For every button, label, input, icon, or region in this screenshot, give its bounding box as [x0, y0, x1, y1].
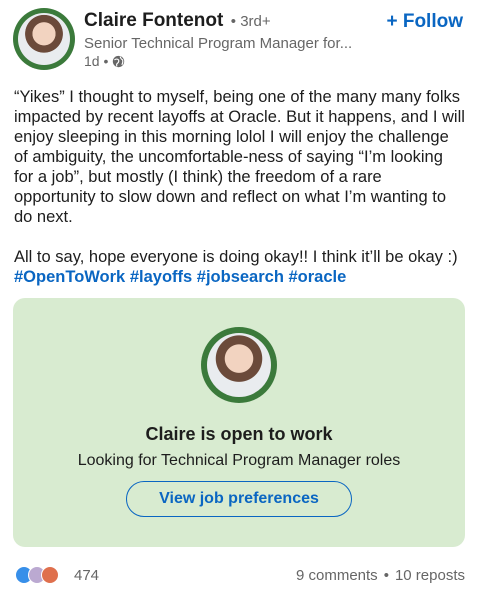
open-to-work-card[interactable]: Claire is open to work Looking for Techn… — [13, 298, 465, 547]
post-paragraph-1: “Yikes” I thought to myself, being one o… — [14, 88, 465, 226]
post-body: “Yikes” I thought to myself, being one o… — [14, 87, 466, 307]
card-avatar — [201, 327, 277, 403]
hashtag-opentowork[interactable]: #OpenToWork — [14, 268, 125, 286]
profile-photo — [18, 13, 70, 65]
connection-degree: • 3rd+ — [230, 13, 271, 30]
hashtag-oracle[interactable]: #oracle — [289, 268, 347, 286]
author-name-row: Claire Fontenot • 3rd+ — [84, 10, 271, 32]
hashtag-jobsearch[interactable]: #jobsearch — [197, 268, 284, 286]
post-time: 1d • — [84, 53, 109, 69]
author-headline: Senior Technical Program Manager for... — [84, 35, 353, 52]
comments-count[interactable]: 9 comments — [296, 567, 378, 584]
author-avatar[interactable] — [13, 8, 75, 70]
card-title: Claire is open to work — [145, 424, 333, 444]
profile-photo — [207, 333, 271, 397]
reaction-count[interactable]: 474 — [74, 567, 99, 584]
author-name[interactable]: Claire Fontenot — [84, 10, 223, 31]
post-header: Claire Fontenot • 3rd+ Senior Technical … — [13, 8, 465, 70]
reactions-summary[interactable] — [15, 566, 59, 584]
love-reaction-icon — [41, 566, 59, 584]
post-paragraph-2: All to say, hope everyone is doing okay!… — [14, 247, 466, 287]
social-counts: 474 9 comments • 10 reposts — [15, 565, 465, 587]
reposts-count[interactable]: 10 reposts — [395, 567, 465, 584]
view-job-preferences-button[interactable]: View job preferences — [126, 481, 352, 517]
stats-separator: • — [383, 567, 389, 584]
follow-button[interactable]: + Follow — [386, 11, 463, 33]
engagement-stats: 9 comments • 10 reposts — [296, 567, 465, 584]
globe-icon — [113, 55, 125, 67]
post-meta: 1d • — [84, 53, 125, 69]
card-subtitle: Looking for Technical Program Manager ro… — [77, 452, 401, 469]
post-paragraph-2-text: All to say, hope everyone is doing okay!… — [14, 248, 458, 266]
hashtag-layoffs[interactable]: #layoffs — [130, 268, 192, 286]
